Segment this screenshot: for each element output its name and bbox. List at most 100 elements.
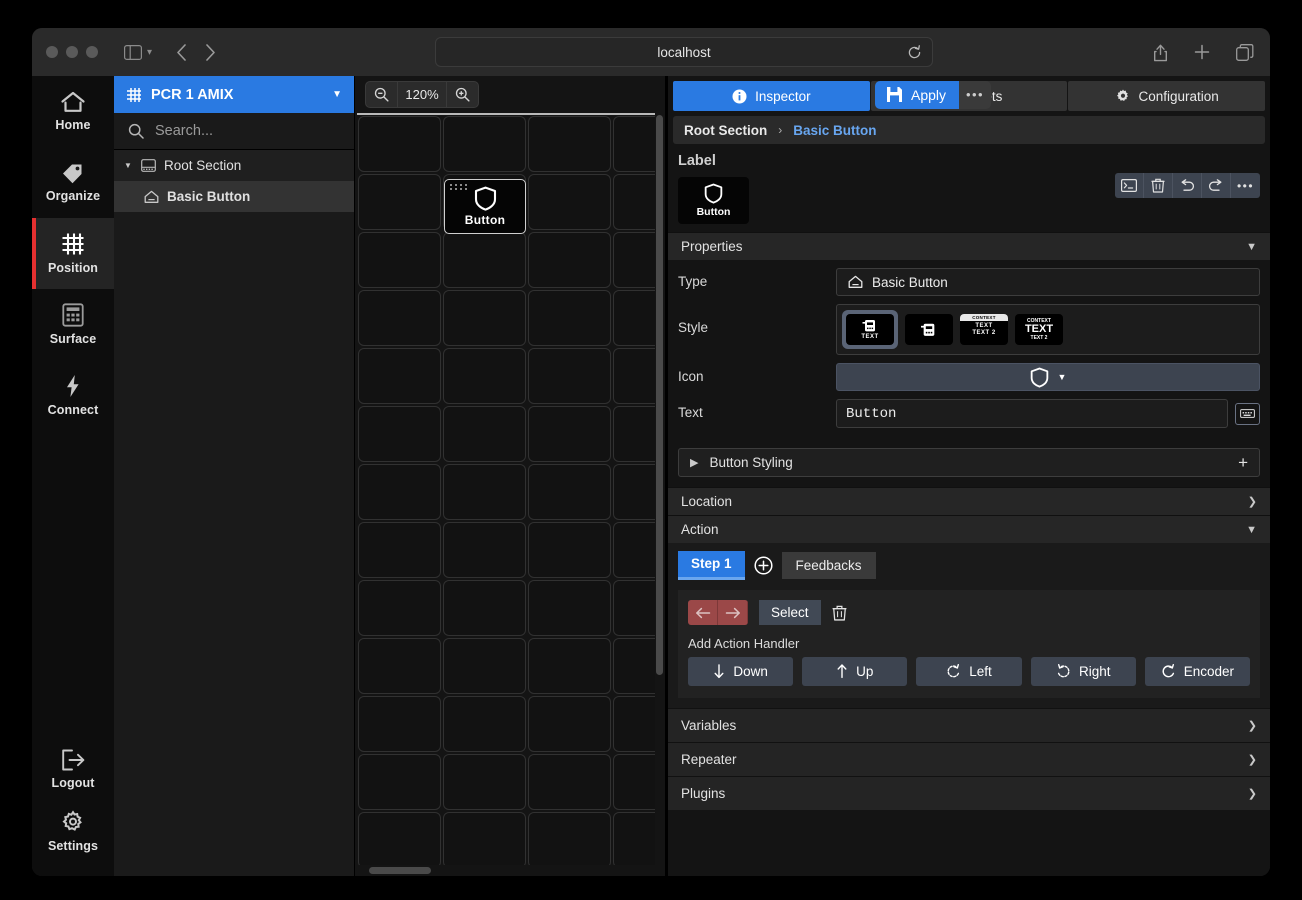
feedbacks-tab[interactable]: Feedbacks — [781, 552, 876, 579]
grid-cell[interactable] — [528, 464, 611, 520]
grid-cell[interactable] — [443, 290, 526, 346]
icon-select[interactable]: ▼ — [836, 363, 1260, 391]
more-options-button[interactable]: ••• — [959, 80, 992, 109]
grid-cell[interactable] — [528, 638, 611, 694]
grid-cell[interactable] — [358, 638, 441, 694]
grid-cell[interactable] — [443, 638, 526, 694]
grid-cell[interactable] — [443, 580, 526, 636]
select-handler-button[interactable]: Select — [759, 600, 821, 625]
address-bar[interactable]: localhost — [435, 37, 933, 67]
plus-icon[interactable]: + — [1238, 454, 1248, 471]
sidebar-item-surface[interactable]: Surface — [32, 289, 114, 360]
chevron-down-icon[interactable]: ▼ — [332, 89, 342, 100]
breadcrumb-root[interactable]: Root Section — [684, 123, 767, 138]
chevron-right-icon[interactable]: ❯ — [1248, 719, 1257, 732]
grid-cell[interactable] — [613, 754, 655, 810]
tab-inspector[interactable]: Inspector — [673, 81, 870, 111]
grid-cell[interactable] — [613, 522, 655, 578]
tabs-overview-icon[interactable] — [1236, 43, 1254, 61]
breadcrumb-current[interactable]: Basic Button — [793, 123, 876, 138]
grid-cell[interactable] — [613, 348, 655, 404]
zoom-level[interactable]: 120% — [397, 82, 447, 107]
grid-cell[interactable] — [358, 522, 441, 578]
trash-icon[interactable] — [1144, 173, 1173, 198]
nav-arrows[interactable] — [176, 43, 216, 61]
grid-cell[interactable] — [358, 232, 441, 288]
zoom-out-icon[interactable] — [366, 82, 397, 107]
style-option-icon-text-below[interactable]: TEXT — [846, 314, 894, 345]
add-handler-up-button[interactable]: Up — [802, 657, 908, 686]
canvas-scroll-area[interactable]: Button — [357, 113, 655, 865]
location-section-header[interactable]: Location ❯ — [668, 487, 1270, 515]
grid-cell[interactable] — [443, 754, 526, 810]
grid-cell[interactable] — [443, 464, 526, 520]
reload-icon[interactable] — [907, 45, 922, 60]
grid-cell[interactable] — [528, 580, 611, 636]
section-plugins[interactable]: Plugins ❯ — [668, 776, 1270, 810]
type-select[interactable]: Basic Button — [836, 268, 1260, 296]
grid-cell[interactable] — [528, 116, 611, 172]
forward-button[interactable] — [205, 43, 216, 61]
chevron-down-icon[interactable]: ▼ — [1246, 241, 1257, 253]
maximize-window-button[interactable] — [86, 46, 98, 58]
grid-cell[interactable] — [443, 812, 526, 865]
grid-cell[interactable] — [613, 174, 655, 230]
add-handler-down-button[interactable]: Down — [688, 657, 794, 686]
grid-cell[interactable] — [528, 406, 611, 462]
grid-cell[interactable] — [528, 232, 611, 288]
action-section-header[interactable]: Action ▼ — [668, 515, 1270, 543]
style-option-context-text-bar[interactable]: CONTEXT TEXT TEXT 2 — [960, 314, 1008, 345]
grid-cell[interactable] — [528, 522, 611, 578]
chevron-right-icon[interactable]: ▶ — [690, 456, 698, 469]
grid-cell[interactable] — [358, 348, 441, 404]
canvas-area[interactable]: Button — [355, 113, 665, 876]
arrow-left-icon[interactable] — [688, 600, 718, 625]
chevron-right-icon[interactable]: ❯ — [1248, 495, 1257, 508]
apply-button[interactable]: Apply — [875, 80, 960, 109]
tree-node-root-section[interactable]: ▼ Root Section — [114, 150, 354, 181]
grid-cell[interactable] — [613, 638, 655, 694]
close-window-button[interactable] — [46, 46, 58, 58]
grid-cell[interactable] — [528, 812, 611, 865]
grid-cell[interactable] — [613, 580, 655, 636]
grid-cell[interactable] — [443, 232, 526, 288]
grid-cell[interactable] — [613, 290, 655, 346]
zoom-in-icon[interactable] — [447, 82, 478, 107]
minimize-window-button[interactable] — [66, 46, 78, 58]
grid-cell[interactable] — [613, 116, 655, 172]
tree-node-basic-button[interactable]: Basic Button — [114, 181, 354, 212]
text-input[interactable] — [836, 399, 1228, 428]
chevron-down-icon[interactable]: ▼ — [124, 161, 133, 170]
add-handler-left-button[interactable]: Left — [916, 657, 1022, 686]
add-handler-right-button[interactable]: Right — [1030, 657, 1136, 686]
grid-cell[interactable] — [613, 232, 655, 288]
grid-cell[interactable] — [528, 174, 611, 230]
style-option-selected-wrap[interactable]: TEXT — [842, 310, 898, 349]
grid-cell[interactable] — [528, 290, 611, 346]
grid-cell[interactable] — [443, 348, 526, 404]
tree-search[interactable] — [114, 113, 354, 150]
grid-cell[interactable] — [358, 812, 441, 865]
plus-circle-icon[interactable] — [753, 556, 773, 575]
grid-cell[interactable] — [613, 464, 655, 520]
sidebar-options-chevron-icon[interactable]: ▾ — [147, 47, 152, 58]
add-handler-encoder-button[interactable]: Encoder — [1144, 657, 1251, 686]
label-preview[interactable]: Button — [678, 177, 749, 224]
keyboard-icon[interactable] — [1235, 402, 1260, 425]
grid-cell[interactable] — [358, 580, 441, 636]
back-button[interactable] — [176, 43, 187, 61]
chevron-right-icon[interactable]: ❯ — [1248, 753, 1257, 766]
plus-icon[interactable] — [1194, 44, 1210, 60]
properties-section-header[interactable]: Properties ▼ — [668, 232, 1270, 260]
grid-cell[interactable] — [358, 174, 441, 230]
section-repeater[interactable]: Repeater ❯ — [668, 742, 1270, 776]
grid-cell[interactable] — [358, 406, 441, 462]
grid-cell[interactable] — [443, 406, 526, 462]
grid-cell[interactable] — [358, 754, 441, 810]
style-option-icon-only[interactable] — [905, 314, 953, 345]
chevron-down-icon[interactable]: ▼ — [1058, 372, 1067, 382]
grid-cell[interactable] — [613, 406, 655, 462]
more-icon[interactable]: ••• — [1231, 173, 1260, 198]
grid-cell[interactable] — [358, 290, 441, 346]
button-styling-row[interactable]: ▶ Button Styling + — [678, 448, 1260, 477]
